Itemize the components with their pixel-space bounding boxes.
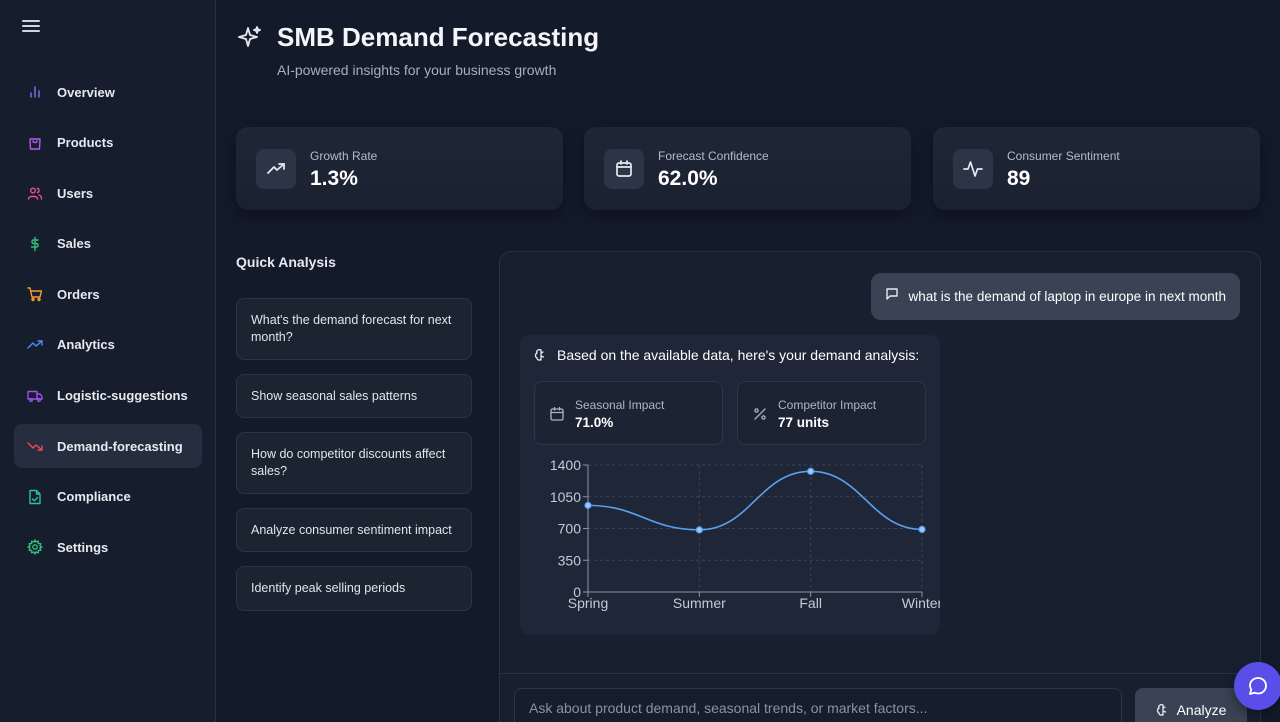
- sidebar-nav: Overview Products Users Sales Orders Analytic…: [14, 70, 202, 576]
- sidebar-item-logistic-suggestions[interactable]: Logistic-suggestions: [14, 374, 202, 418]
- ai-response-text: Based on the available data, here's your…: [557, 347, 920, 363]
- stat-value: 1.3%: [310, 167, 358, 190]
- sidebar-item-label: Analytics: [57, 337, 115, 353]
- seasonal-impact-card: Seasonal Impact 71.0%: [534, 381, 723, 445]
- shopping-bag-icon: [27, 135, 43, 151]
- brain-icon: [534, 349, 545, 361]
- percent-icon: [754, 408, 766, 420]
- users-icon: [27, 185, 43, 201]
- sidebar-item-demand-forecasting[interactable]: Demand-forecasting: [14, 424, 202, 469]
- gear-icon: [27, 539, 43, 556]
- sidebar-item-overview[interactable]: Overview: [14, 70, 202, 114]
- sidebar-item-label: Compliance: [57, 489, 131, 505]
- impact-value: 71.0%: [575, 415, 614, 430]
- stat-label: Growth Rate: [310, 149, 378, 163]
- stat-value: 89: [1007, 167, 1031, 190]
- stat-label: Forecast Confidence: [658, 149, 769, 163]
- analyze-button-label: Analyze: [1176, 702, 1227, 718]
- impact-label: Competitor Impact: [778, 398, 877, 412]
- sidebar-item-label: Users: [57, 185, 94, 201]
- ai-response-header: Based on the available data, here's your…: [534, 347, 919, 363]
- message-square-icon: [885, 287, 898, 300]
- sidebar-item-label: Logistic-suggestions: [57, 388, 188, 404]
- stat-card-forecast-confidence: Forecast Confidence 62.0%: [584, 127, 911, 210]
- sidebar-item-label: Demand-forecasting: [57, 438, 183, 454]
- chat-input[interactable]: [514, 688, 1122, 722]
- impact-value: 77 units: [778, 415, 830, 430]
- data-point: [584, 501, 592, 509]
- sidebar-item-label: Products: [57, 135, 114, 151]
- sidebar-item-settings[interactable]: Settings: [14, 525, 202, 569]
- menu-icon[interactable]: [22, 17, 40, 33]
- x-tick-label: Summer: [673, 595, 726, 611]
- competitor-impact-card: Competitor Impact 77 units: [737, 381, 926, 445]
- data-point: [918, 525, 926, 534]
- series-line: [587, 470, 923, 531]
- x-tick-label: Fall: [799, 595, 822, 611]
- analyze-button[interactable]: Analyze: [1135, 688, 1247, 722]
- quick-analysis-item[interactable]: What's the demand forecast for next mont…: [236, 298, 472, 360]
- sidebar-item-users[interactable]: Users: [14, 171, 202, 215]
- y-tick-label: 1050: [550, 489, 581, 505]
- sidebar-item-label: Sales: [57, 236, 91, 252]
- stat-value: 62.0%: [658, 167, 718, 190]
- activity-icon: [953, 149, 993, 189]
- sidebar-item-label: Orders: [57, 286, 100, 302]
- sidebar: Overview Products Users Sales Orders Analytic…: [0, 0, 216, 722]
- dollar-icon: [27, 236, 43, 252]
- sidebar-item-orders[interactable]: Orders: [14, 272, 202, 316]
- quick-analysis-item[interactable]: Identify peak selling periods: [236, 566, 472, 611]
- brain-icon: [1156, 704, 1166, 716]
- user-message-text: what is the demand of laptop in europe i…: [908, 289, 1226, 304]
- main-content: SMB Demand Forecasting AI-powered insigh…: [216, 0, 1280, 722]
- chat-input-bar: Analyze: [500, 673, 1260, 722]
- quick-analysis-title: Quick Analysis: [236, 254, 336, 270]
- y-tick-label: 700: [558, 521, 582, 537]
- x-tick-label: Winter: [902, 595, 940, 611]
- data-point: [807, 467, 815, 475]
- truck-icon: [27, 388, 43, 404]
- shopping-cart-icon: [27, 286, 43, 302]
- trending-up-icon: [256, 149, 296, 189]
- y-tick-label: 350: [558, 552, 582, 568]
- quick-analysis-item[interactable]: Show seasonal sales patterns: [236, 374, 472, 418]
- quick-analysis-item[interactable]: Analyze consumer sentiment impact: [236, 508, 472, 552]
- ai-response-card: Based on the available data, here's your…: [520, 335, 940, 635]
- sidebar-item-label: Overview: [57, 84, 115, 100]
- data-point: [695, 526, 703, 534]
- impact-label: Seasonal Impact: [575, 398, 665, 412]
- user-message: what is the demand of laptop in europe i…: [870, 273, 1240, 320]
- calendar-icon: [604, 149, 644, 189]
- chat-bubble-button[interactable]: [1234, 662, 1280, 710]
- calendar-icon: [550, 406, 564, 421]
- sidebar-item-analytics[interactable]: Analytics: [14, 323, 202, 367]
- trending-up-icon: [27, 337, 43, 353]
- sidebar-item-sales[interactable]: Sales: [14, 222, 202, 266]
- chat-panel: what is the demand of laptop in europe i…: [499, 251, 1261, 722]
- demand-line-chart: 035070010501400Spring Summer Fall Winter: [550, 457, 940, 611]
- stat-card-consumer-sentiment: Consumer Sentiment 89: [933, 127, 1260, 210]
- sparkles-icon: [238, 26, 261, 47]
- bar-chart-icon: [27, 84, 43, 100]
- sidebar-item-compliance[interactable]: Compliance: [14, 475, 202, 519]
- page-subtitle: AI-powered insights for your business gr…: [277, 62, 557, 78]
- stat-label: Consumer Sentiment: [1007, 149, 1120, 163]
- sidebar-item-products[interactable]: Products: [14, 121, 202, 165]
- sidebar-item-label: Settings: [57, 539, 109, 555]
- page-title: SMB Demand Forecasting: [277, 22, 600, 52]
- trending-down-icon: [27, 438, 43, 454]
- y-tick-label: 1400: [550, 457, 581, 473]
- x-tick-label: Spring: [568, 595, 608, 611]
- file-check-icon: [27, 489, 43, 505]
- stat-card-growth-rate: Growth Rate 1.3%: [236, 127, 563, 210]
- quick-analysis-item[interactable]: How do competitor discounts affect sales…: [236, 432, 472, 494]
- message-circle-icon: [1249, 677, 1267, 695]
